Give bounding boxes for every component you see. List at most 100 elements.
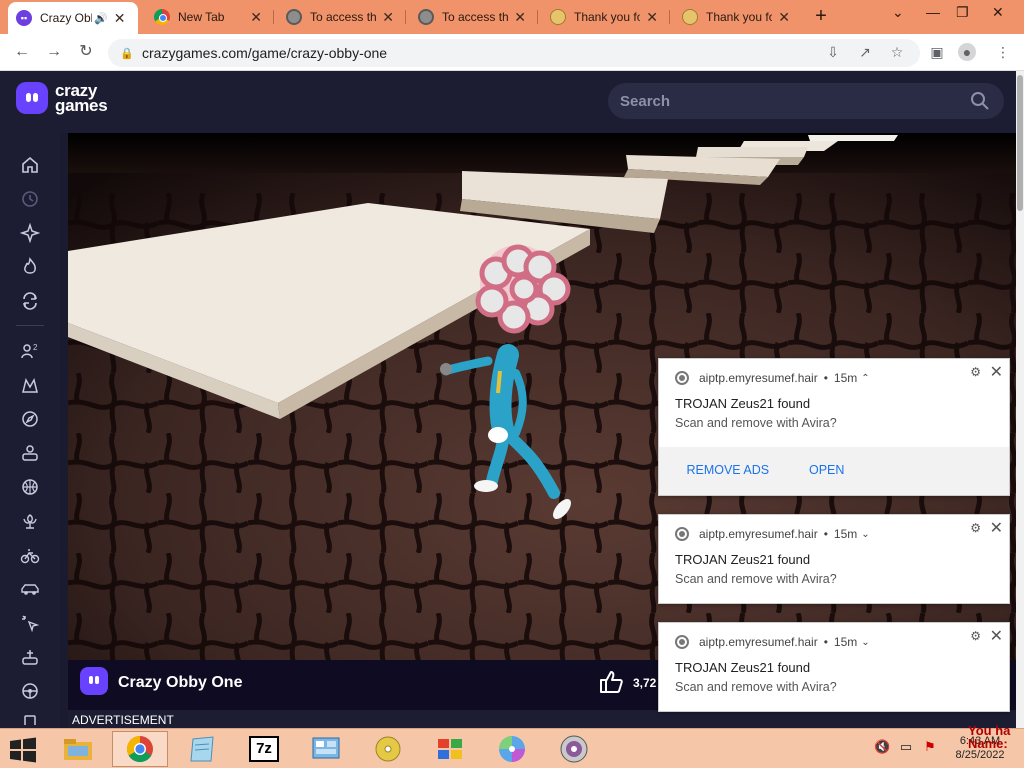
chevron-down-icon[interactable]: ⌄: [861, 637, 869, 648]
close-tab-icon[interactable]: ✕: [646, 9, 658, 26]
search-input[interactable]: Search: [608, 83, 1004, 119]
gear-icon[interactable]: ⚙: [970, 629, 981, 643]
notification-header: aiptp.emyresumef.hair • 15m ⌄: [675, 635, 870, 649]
tab-title: Thank you fo: [574, 10, 641, 24]
puzzle-icon[interactable]: [20, 647, 40, 667]
remove-ads-button[interactable]: ⁠ REMOVE ADS: [683, 463, 769, 477]
open-button[interactable]: OPEN: [809, 463, 844, 477]
tab-thank-you-2[interactable]: Thank you fo ✕: [674, 2, 798, 32]
cd-icon[interactable]: [360, 731, 416, 767]
close-icon[interactable]: ✕: [990, 518, 1003, 538]
speaker-icon[interactable]: 🔊: [94, 12, 108, 25]
notification-message: Scan and remove with Avira?: [675, 680, 837, 694]
adventure-icon[interactable]: [20, 409, 40, 429]
advertisement-strip: ADVERTISEMENT: [68, 710, 1016, 728]
windows-start-icon[interactable]: [6, 735, 40, 765]
page-scrollbar[interactable]: [1016, 71, 1024, 728]
close-tab-icon[interactable]: ✕: [382, 9, 394, 26]
bookmark-star-icon[interactable]: ☆: [888, 43, 906, 61]
new-tab-button[interactable]: +: [810, 6, 832, 28]
address-bar[interactable]: 🔒 crazygames.com/game/crazy-obby-one: [108, 39, 920, 67]
updated-icon[interactable]: [20, 291, 40, 311]
tab-to-access-2[interactable]: To access the ✕: [410, 2, 534, 32]
home-icon[interactable]: [20, 155, 40, 175]
dvd-icon[interactable]: [546, 731, 602, 767]
volume-muted-icon[interactable]: 🔇: [874, 739, 890, 755]
close-tab-icon[interactable]: ✕: [114, 10, 126, 27]
globe-favicon: [418, 9, 434, 25]
lock-icon[interactable]: 🔒: [120, 47, 134, 60]
clicker-icon[interactable]: [20, 613, 40, 633]
install-icon[interactable]: ⇩: [824, 43, 842, 61]
trending-icon[interactable]: [20, 257, 40, 277]
tab-to-access-1[interactable]: To access the ✕: [278, 2, 402, 32]
crazygames-game-logo-icon: [80, 667, 108, 695]
back-arrow-icon[interactable]: ←: [12, 42, 32, 62]
car-icon[interactable]: [20, 579, 40, 599]
7zip-icon[interactable]: 7z: [236, 731, 292, 767]
notification-source: aiptp.emyresumef.hair: [699, 371, 818, 385]
chrome-favicon: [154, 9, 170, 25]
close-icon[interactable]: ✕: [990, 362, 1003, 382]
casual-icon[interactable]: [20, 443, 40, 463]
smile-favicon: [550, 9, 566, 25]
action-center-alert-icon[interactable]: ⚑: [922, 739, 938, 755]
profile-avatar-icon[interactable]: ●: [958, 43, 976, 61]
close-tab-icon[interactable]: ✕: [514, 9, 526, 26]
menu-kebab-icon[interactable]: ⋮: [994, 43, 1012, 61]
file-explorer-icon[interactable]: [50, 731, 106, 767]
reload-icon[interactable]: ↻: [76, 42, 96, 62]
sports-icon[interactable]: [20, 477, 40, 497]
minimize-icon[interactable]: —: [926, 4, 940, 20]
category-sidebar: 2: [0, 133, 60, 728]
tab-new-tab[interactable]: New Tab ✕: [146, 2, 270, 32]
crazygames-logo-icon: [16, 82, 48, 114]
search-icon[interactable]: [970, 91, 990, 111]
flower-icon[interactable]: [20, 511, 40, 531]
desktop-overlay-text: You ha Name:: [968, 724, 1010, 750]
smile-favicon: [682, 9, 698, 25]
thumbs-up-icon[interactable]: [598, 669, 624, 695]
window-close-icon[interactable]: ✕: [992, 4, 1004, 21]
share-icon[interactable]: ↗: [856, 43, 874, 61]
notepad-icon[interactable]: [174, 731, 230, 767]
driving-icon[interactable]: [20, 681, 40, 701]
more-category-icon[interactable]: [20, 713, 40, 725]
browser-tab-strip: ▪▪ Crazy Obby One 🔊 ✕ New Tab ✕ To acces…: [0, 0, 1024, 34]
side-panel-icon[interactable]: ▣: [928, 43, 946, 61]
crazygames-logo[interactable]: crazy games: [16, 82, 108, 115]
new-icon[interactable]: [19, 222, 41, 244]
recent-icon[interactable]: [20, 189, 40, 209]
notification-1[interactable]: aiptp.emyresumef.hair • 15m ⌃ ⚙ ✕ TROJAN…: [658, 358, 1010, 496]
chevron-down-icon[interactable]: ⌄: [861, 529, 869, 540]
notification-3[interactable]: aiptp.emyresumef.hair • 15m ⌄ ⚙ ✕ TROJAN…: [658, 622, 1010, 712]
gear-icon[interactable]: ⚙: [970, 365, 981, 379]
notification-2[interactable]: aiptp.emyresumef.hair • 15m ⌄ ⚙ ✕ TROJAN…: [658, 514, 1010, 604]
search-placeholder: Search: [620, 92, 671, 110]
multiplayer-icon[interactable]: 2: [20, 341, 40, 361]
gear-icon[interactable]: ⚙: [970, 521, 981, 535]
media-disc-icon[interactable]: [484, 731, 540, 767]
tab-title: To access the: [442, 10, 509, 24]
logo-text-bottom: games: [55, 96, 108, 115]
close-icon[interactable]: ✕: [990, 626, 1003, 646]
control-panel-icon[interactable]: [298, 731, 354, 767]
network-icon[interactable]: ▭: [898, 739, 914, 755]
restore-icon[interactable]: ❐: [956, 4, 969, 21]
close-tab-icon[interactable]: ✕: [250, 9, 262, 26]
tab-separator: [405, 10, 406, 24]
chrome-icon[interactable]: [112, 731, 168, 767]
tab-thank-you-1[interactable]: Thank you fo ✕: [542, 2, 666, 32]
tab-search-icon[interactable]: ⌄: [892, 4, 904, 21]
scrollbar-thumb[interactable]: [1017, 75, 1023, 211]
crazygames-favicon: ▪▪: [16, 10, 32, 26]
close-tab-icon[interactable]: ✕: [778, 9, 790, 26]
globe-favicon: [286, 9, 302, 25]
forward-arrow-icon[interactable]: →: [44, 42, 64, 62]
action-icon[interactable]: [20, 375, 40, 395]
notification-title: TROJAN Zeus21 found: [675, 552, 811, 567]
windows-logo-icon[interactable]: [422, 731, 478, 767]
bike-icon[interactable]: [20, 545, 40, 565]
tab-crazy-obby-one[interactable]: ▪▪ Crazy Obby One 🔊 ✕: [8, 2, 138, 34]
chevron-up-icon[interactable]: ⌃: [861, 373, 869, 384]
